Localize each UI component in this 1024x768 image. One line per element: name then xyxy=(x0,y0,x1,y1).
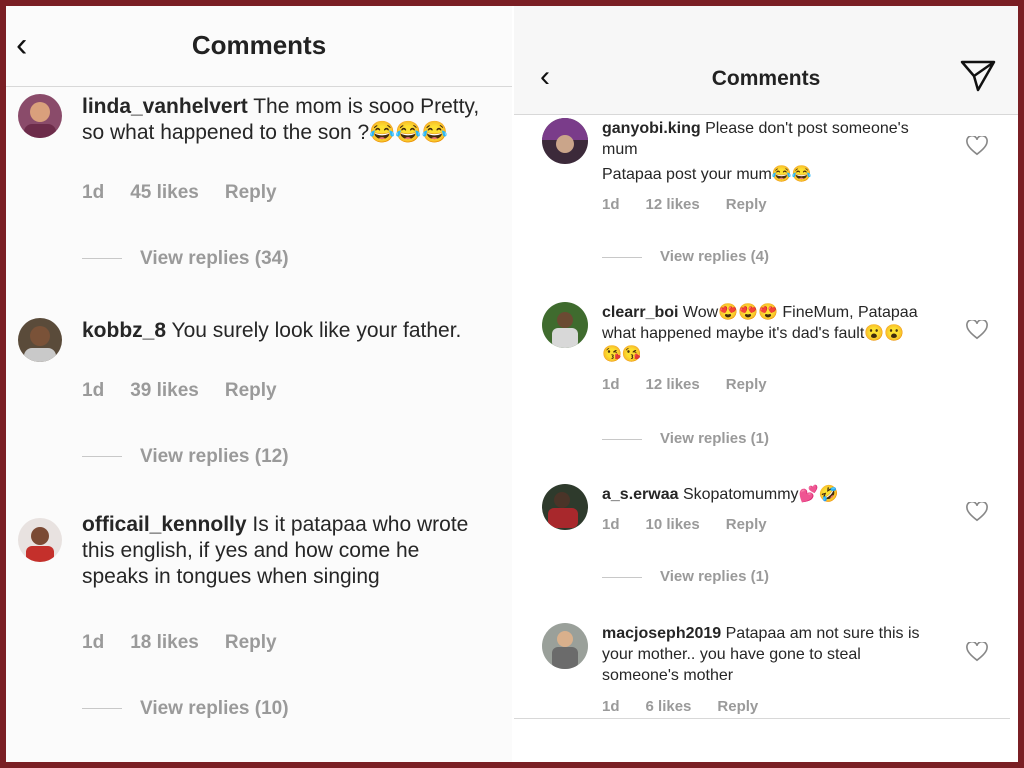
left-comments-panel: ‹ Comments linda_vanhelvert The mom is s… xyxy=(6,6,512,762)
avatar[interactable] xyxy=(18,94,62,138)
view-replies-button[interactable]: View replies (1) xyxy=(602,430,769,447)
comment-time: 1d xyxy=(602,516,620,533)
comment-meta: 1d 12 likes Reply xyxy=(602,376,793,393)
view-replies-label: View replies (1) xyxy=(660,430,769,447)
view-replies-label: View replies (1) xyxy=(660,568,769,585)
right-page-title: Comments xyxy=(711,67,821,90)
comment-time: 1d xyxy=(82,182,105,203)
comment-username[interactable]: clearr_boi xyxy=(602,304,678,321)
comment-time: 1d xyxy=(82,632,105,653)
comment-likes[interactable]: 18 likes xyxy=(130,632,199,653)
reply-button[interactable]: Reply xyxy=(225,632,277,653)
comment-meta: 1d 39 likes Reply xyxy=(82,380,303,402)
right-header: ‹ Comments xyxy=(514,6,1018,115)
view-replies-button[interactable]: View replies (10) xyxy=(82,698,289,720)
reply-button[interactable]: Reply xyxy=(726,376,767,393)
comment-text: kobbz_8 You surely look like your father… xyxy=(82,318,482,344)
comment-text: macjoseph2019 Patapaa am not sure this i… xyxy=(602,623,922,686)
comment-likes[interactable]: 39 likes xyxy=(130,380,199,401)
divider xyxy=(602,438,642,440)
left-header: ‹ Comments xyxy=(6,6,512,87)
heart-icon[interactable] xyxy=(966,136,988,156)
reply-button[interactable]: Reply xyxy=(225,182,277,203)
avatar[interactable] xyxy=(542,484,588,530)
avatar[interactable] xyxy=(542,118,588,164)
view-replies-button[interactable]: View replies (12) xyxy=(82,446,289,468)
comment-text: officail_kennolly Is it patapaa who wrot… xyxy=(82,512,482,590)
reply-button[interactable]: Reply xyxy=(726,196,767,213)
view-replies-button[interactable]: View replies (1) xyxy=(602,568,769,585)
left-page-title: Comments xyxy=(191,30,327,60)
divider xyxy=(82,708,122,710)
comment-likes[interactable]: 12 likes xyxy=(646,196,700,213)
view-replies-button[interactable]: View replies (34) xyxy=(82,248,289,270)
avatar[interactable] xyxy=(542,302,588,348)
send-icon[interactable] xyxy=(960,60,996,92)
comment-meta: 1d 10 likes Reply xyxy=(602,516,793,533)
reply-button[interactable]: Reply xyxy=(225,380,277,401)
right-comments-panel: ‹ Comments ganyobi.king Please don't pos… xyxy=(514,6,1018,718)
comment-time: 1d xyxy=(82,380,105,401)
comment-time: 1d xyxy=(602,376,620,393)
comment-username[interactable]: ganyobi.king xyxy=(602,120,701,137)
avatar[interactable] xyxy=(18,518,62,562)
comment-time: 1d xyxy=(602,698,620,715)
divider xyxy=(82,258,122,260)
comment-meta: 1d 6 likes Reply xyxy=(602,698,784,715)
comment-text-line2: Patapaa post your mum😂😂 xyxy=(602,166,812,183)
reply-button[interactable]: Reply xyxy=(717,698,758,715)
comment-text: linda_vanhelvert The mom is sooo Pretty,… xyxy=(82,94,482,146)
divider xyxy=(602,256,642,258)
comment-body: Skopatomummy💕🤣 xyxy=(678,486,839,503)
comment-meta: 1d 12 likes Reply xyxy=(602,196,793,213)
comment-body: You surely look like your father. xyxy=(166,319,462,342)
comment-meta: 1d 45 likes Reply xyxy=(82,182,303,204)
comment-username[interactable]: macjoseph2019 xyxy=(602,625,721,642)
view-replies-label: View replies (12) xyxy=(140,446,289,467)
bottom-divider xyxy=(514,718,1010,719)
comment-username[interactable]: a_s.erwaa xyxy=(602,486,679,503)
avatar[interactable] xyxy=(542,623,588,669)
divider xyxy=(602,576,642,578)
comment-text: clearr_boi Wow😍😍😍 FineMum, Patapaa what … xyxy=(602,302,922,365)
view-replies-button[interactable]: View replies (4) xyxy=(602,248,769,265)
comment-likes[interactable]: 12 likes xyxy=(646,376,700,393)
comment-text: ganyobi.king Please don't post someone's… xyxy=(602,118,922,160)
comment-username[interactable]: officail_kennolly xyxy=(82,513,247,536)
screenshot-frame: pulse ‹ Comments linda_vanhelvert The mo… xyxy=(6,6,1018,762)
comment-likes[interactable]: 45 likes xyxy=(130,182,199,203)
heart-icon[interactable] xyxy=(966,320,988,340)
comment-likes[interactable]: 10 likes xyxy=(646,516,700,533)
comment-meta: 1d 18 likes Reply xyxy=(82,632,303,654)
avatar[interactable] xyxy=(18,318,62,362)
heart-icon[interactable] xyxy=(966,642,988,662)
heart-icon[interactable] xyxy=(966,502,988,522)
comment-time: 1d xyxy=(602,196,620,213)
comment-username[interactable]: linda_vanhelvert xyxy=(82,95,248,118)
comment-username[interactable]: kobbz_8 xyxy=(82,319,166,342)
view-replies-label: View replies (4) xyxy=(660,248,769,265)
comment-likes[interactable]: 6 likes xyxy=(646,698,692,715)
view-replies-label: View replies (34) xyxy=(140,248,289,269)
divider xyxy=(82,456,122,458)
view-replies-label: View replies (10) xyxy=(140,698,289,719)
reply-button[interactable]: Reply xyxy=(726,516,767,533)
comment-text: a_s.erwaa Skopatomummy💕🤣 xyxy=(602,484,922,505)
